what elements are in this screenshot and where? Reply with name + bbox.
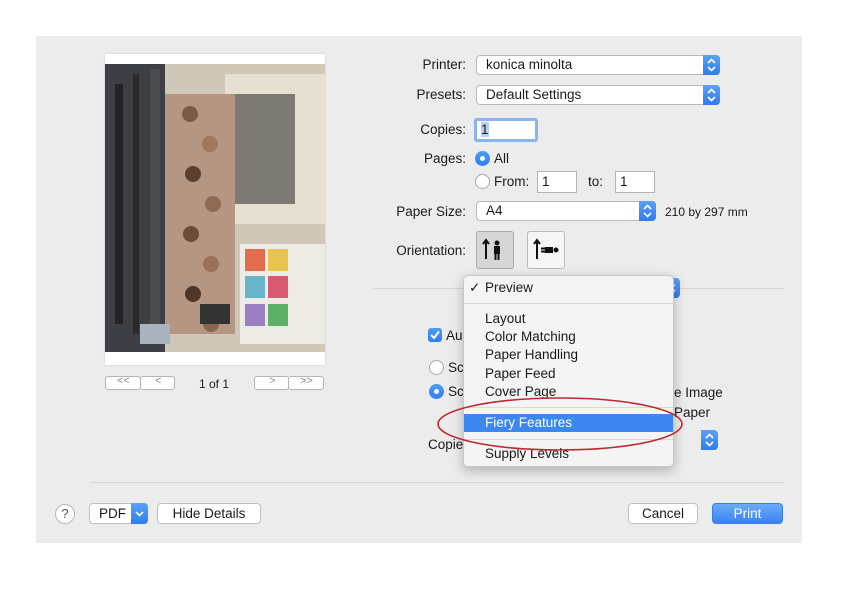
- menu-item-color-matching[interactable]: Color Matching: [464, 328, 673, 346]
- pages-to-value: 1: [620, 174, 628, 189]
- page-preview: [105, 54, 325, 365]
- copies-per-page-popup-arrows[interactable]: [701, 430, 718, 450]
- menu-item-preview[interactable]: ✓ Preview: [464, 279, 673, 297]
- menu-separator: [464, 303, 673, 304]
- help-icon: ?: [61, 506, 69, 521]
- paper-size-dims: 210 by 297 mm: [665, 205, 748, 219]
- chevron-down-icon: [131, 503, 148, 524]
- popup-arrows-icon: [703, 85, 720, 105]
- auto-rotate-checkbox[interactable]: [428, 328, 442, 342]
- cancel-button[interactable]: Cancel: [628, 503, 698, 524]
- menu-item-paper-feed[interactable]: Paper Feed: [464, 365, 673, 383]
- popup-arrows-icon: [705, 433, 714, 447]
- presets-label: Presets:: [416, 87, 466, 102]
- scale-radio[interactable]: [429, 360, 444, 375]
- pages-all-label: All: [494, 151, 510, 166]
- scale-label: Sc: [448, 360, 464, 375]
- footer-separator: [90, 482, 784, 483]
- paper-size-popup[interactable]: A4: [476, 201, 656, 221]
- hide-details-button[interactable]: Hide Details: [157, 503, 261, 524]
- portrait-orientation-button[interactable]: [476, 231, 514, 269]
- pages-from-radio[interactable]: [475, 174, 490, 189]
- printer-label: Printer:: [422, 57, 466, 72]
- preview-photo: [105, 64, 325, 352]
- pages-from-label: From:: [494, 174, 530, 189]
- prev-page-button[interactable]: <: [140, 375, 175, 390]
- presets-value: Default Settings: [486, 87, 582, 102]
- orientation-label: Orientation:: [396, 243, 466, 258]
- copies-value: 1: [481, 122, 489, 137]
- pdf-label: PDF: [99, 506, 126, 521]
- landscape-orientation-button[interactable]: [527, 231, 565, 269]
- pdf-menu-button[interactable]: PDF: [89, 503, 148, 524]
- menu-item-paper-handling[interactable]: Paper Handling: [464, 346, 673, 364]
- pages-to-field[interactable]: 1: [615, 171, 655, 193]
- printer-popup[interactable]: konica minolta: [476, 55, 720, 75]
- copies-label: Copies:: [420, 122, 466, 137]
- last-page-button[interactable]: >>: [288, 375, 324, 390]
- presets-popup[interactable]: Default Settings: [476, 85, 720, 105]
- pages-to-label: to:: [588, 174, 604, 189]
- landscape-icon: [533, 238, 559, 259]
- pages-label: Pages:: [423, 151, 466, 166]
- print-button[interactable]: Print: [712, 503, 783, 524]
- help-button[interactable]: ?: [55, 504, 75, 524]
- popup-arrows-icon: [703, 55, 720, 75]
- menu-item-layout[interactable]: Layout: [464, 310, 673, 328]
- pages-from-value: 1: [542, 174, 550, 189]
- copies-field[interactable]: 1: [474, 118, 538, 142]
- popup-arrows-icon: [639, 201, 656, 221]
- checkmark: ✓: [469, 280, 481, 295]
- printer-value: konica minolta: [486, 57, 573, 72]
- pages-all-radio[interactable]: [475, 151, 490, 166]
- portrait-icon: [482, 238, 500, 260]
- paper-size-value: A4: [486, 203, 503, 218]
- pages-from-field[interactable]: 1: [537, 171, 577, 193]
- paper-size-label: Paper Size:: [396, 204, 466, 219]
- auto-rotate-label: Au: [446, 328, 463, 343]
- next-page-button[interactable]: >: [254, 375, 289, 390]
- page-count: 1 of 1: [199, 377, 230, 391]
- checkmark-icon: [430, 330, 440, 340]
- highlight-annotation-ellipse: [437, 397, 683, 451]
- first-page-button[interactable]: <<: [105, 375, 141, 390]
